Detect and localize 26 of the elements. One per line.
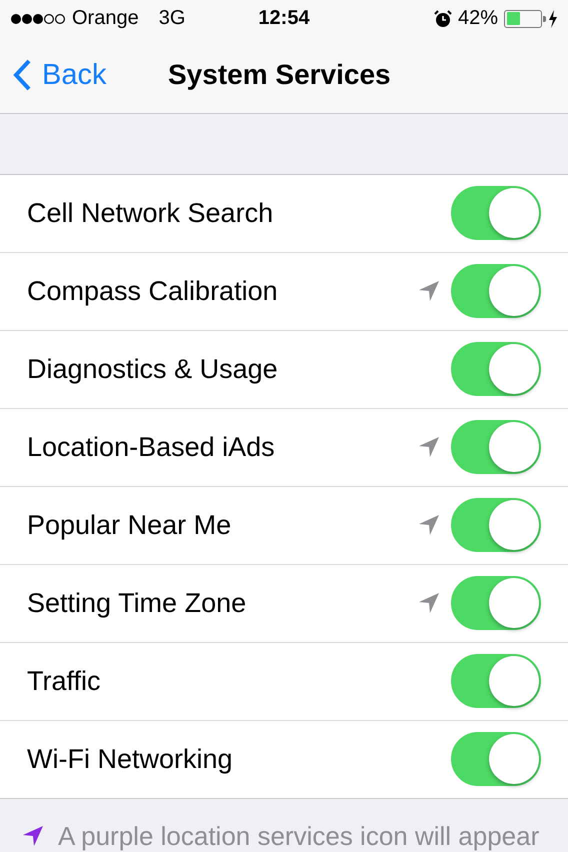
- network-type: 3G: [158, 7, 186, 30]
- service-label: Setting Time Zone: [27, 588, 246, 619]
- toggle-switch[interactable]: [451, 264, 541, 318]
- service-label: Wi-Fi Networking: [27, 744, 233, 775]
- toggle-switch[interactable]: [451, 654, 541, 708]
- signal-icon: [10, 12, 66, 25]
- service-label: Compass Calibration: [27, 276, 278, 307]
- service-label: Popular Near Me: [27, 510, 232, 541]
- carrier-name: Orange: [72, 7, 139, 30]
- service-label: Diagnostics & Usage: [27, 354, 278, 385]
- toggle-switch[interactable]: [451, 420, 541, 474]
- location-arrow-icon: [22, 825, 44, 848]
- service-label: Location-Based iAds: [27, 432, 275, 463]
- toggle-switch[interactable]: [451, 732, 541, 786]
- toggle-switch[interactable]: [451, 576, 541, 630]
- battery-percent: 42%: [458, 7, 498, 30]
- chevron-icon: [12, 58, 32, 92]
- service-label: Traffic: [27, 666, 101, 697]
- back-button[interactable]: Back: [0, 58, 106, 92]
- nav-title: System Services: [168, 59, 391, 92]
- toggle-switch[interactable]: [451, 186, 541, 240]
- service-label: Cell Network Search: [27, 198, 274, 229]
- toggle-switch[interactable]: [451, 498, 541, 552]
- toggle-switch[interactable]: [451, 342, 541, 396]
- status-time: 12:54: [258, 7, 310, 30]
- footer-note: A purple location services icon will appear: [58, 820, 540, 852]
